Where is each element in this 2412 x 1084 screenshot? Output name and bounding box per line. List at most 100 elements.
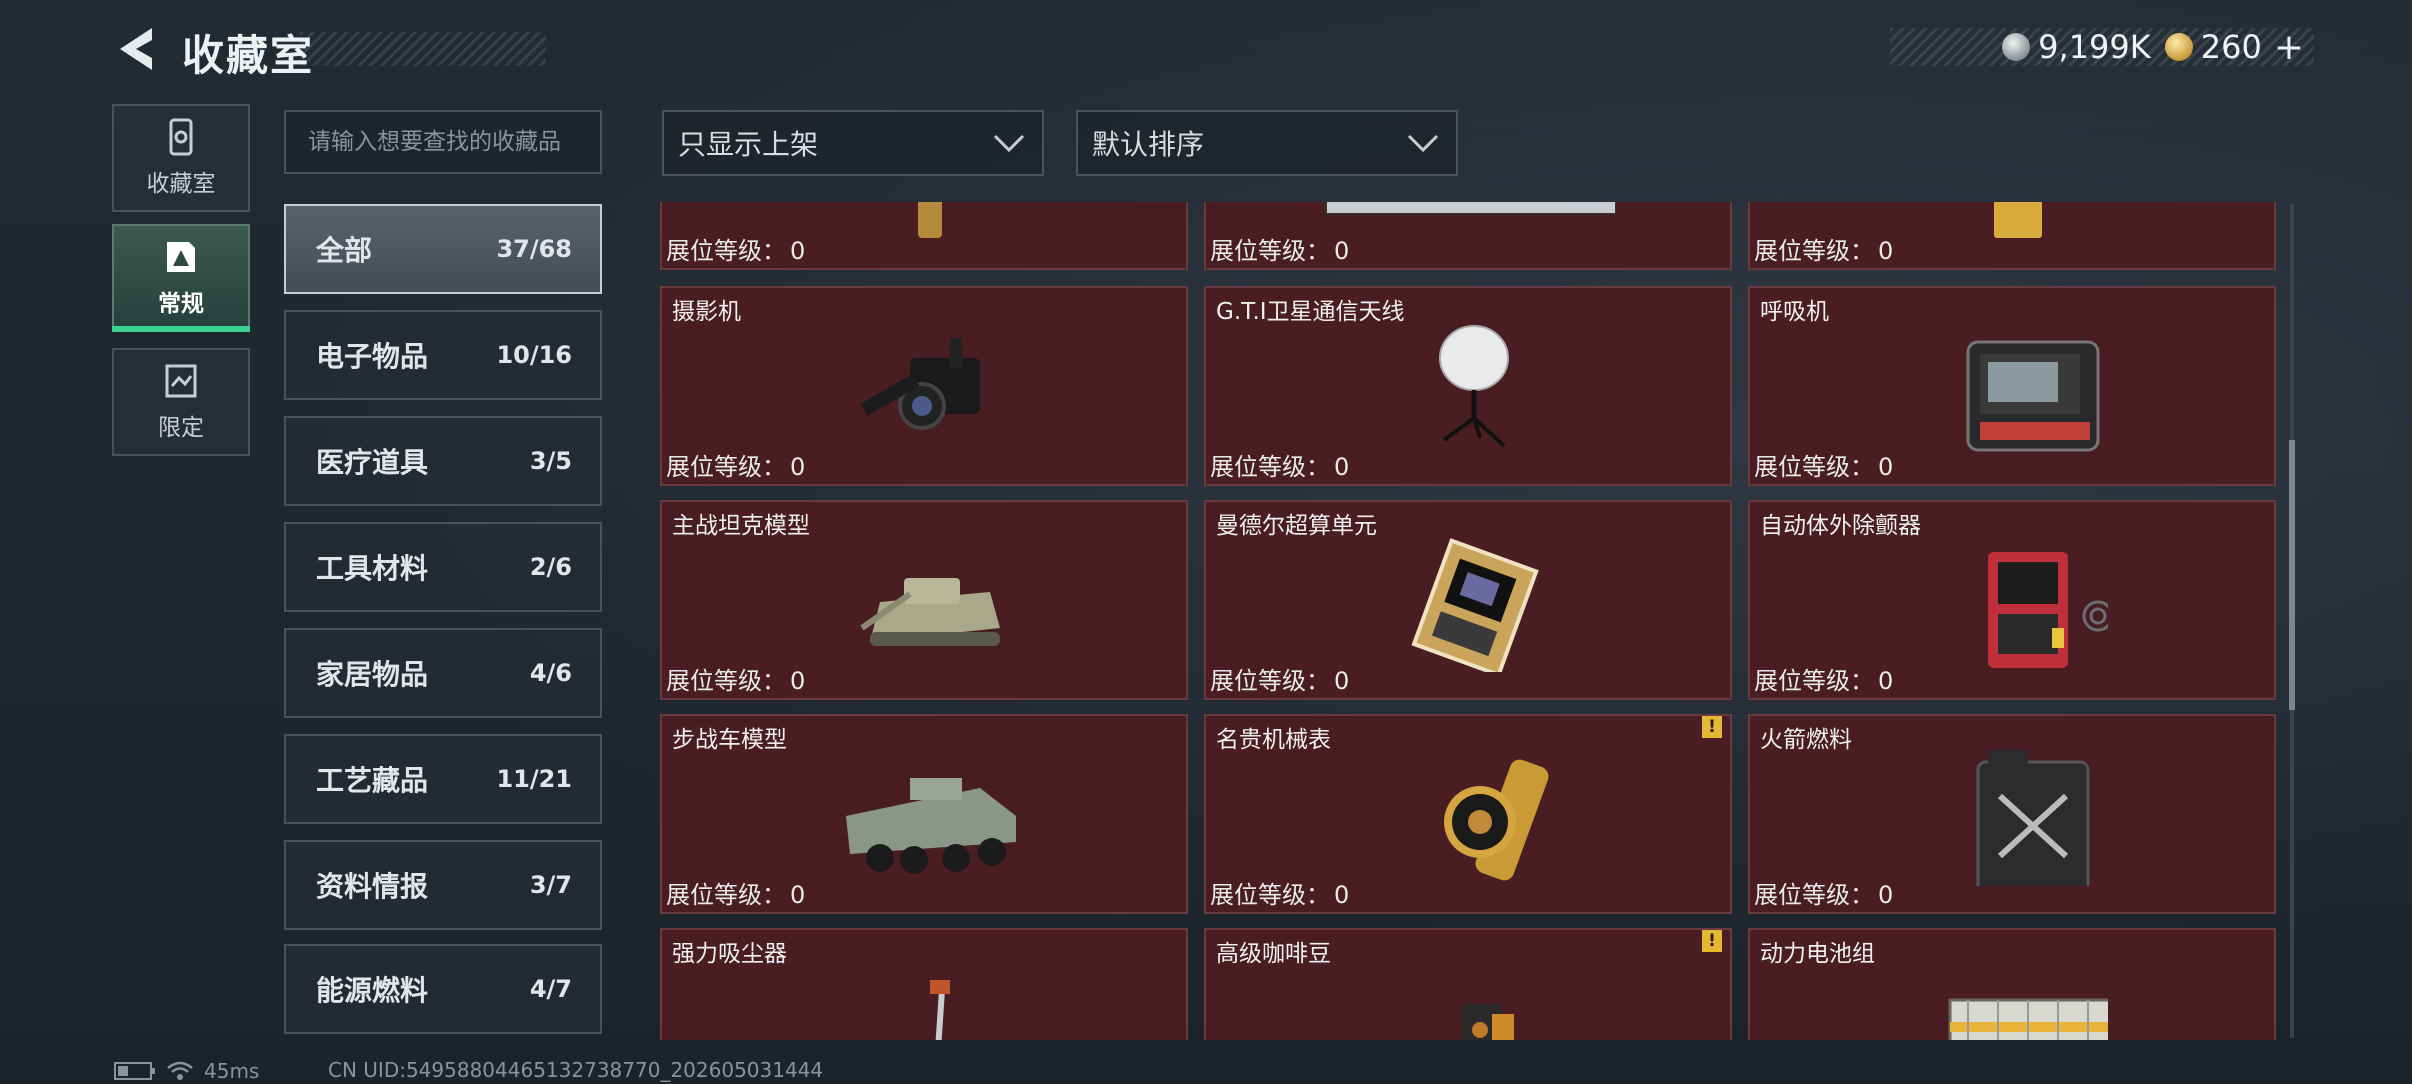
item-card[interactable]: 展位等级： 0 — [1204, 202, 1732, 270]
category-name: 资料情报 — [316, 870, 429, 903]
gold-coin-icon — [2164, 33, 2193, 61]
item-card[interactable]: 展位等级： 0 — [1748, 202, 2276, 270]
category-count: 11/21 — [496, 765, 572, 793]
gold-bar-icon — [1994, 202, 2042, 238]
category-name: 工具材料 — [316, 552, 429, 585]
item-card[interactable]: 名贵机械表 ! 展位等级： 0 — [1204, 714, 1732, 914]
search-input[interactable] — [308, 129, 578, 155]
camera-icon — [860, 338, 980, 430]
back-button[interactable] — [112, 24, 158, 74]
ventilator-icon — [1966, 340, 2100, 452]
item-name: 强力吸尘器 — [672, 941, 787, 967]
gold-amount: 260 — [2200, 28, 2262, 66]
category-count: 3/5 — [529, 447, 572, 475]
item-level: 展位等级： 0 — [1210, 667, 1350, 695]
silver-amount: 9,199K — [2038, 28, 2151, 66]
nav-collection-label: 收藏室 — [146, 171, 216, 197]
scrollbar-thumb[interactable] — [2289, 440, 2295, 710]
defibrillator-icon — [1988, 552, 2108, 668]
category-intel[interactable]: 资料情报 3/7 — [284, 840, 602, 930]
chevron-down-icon — [1407, 134, 1439, 153]
shelf-filter-dropdown[interactable]: 只显示上架 — [662, 110, 1044, 176]
currency-gold[interactable]: 260 + — [2164, 27, 2304, 68]
sort-value: 默认排序 — [1092, 128, 1205, 161]
nav-regular[interactable]: 常规 — [112, 224, 250, 332]
nav-regular-label: 常规 — [158, 291, 204, 317]
item-level: 展位等级： 0 — [1754, 881, 1894, 909]
category-name: 电子物品 — [316, 340, 429, 373]
limited-icon — [165, 364, 197, 398]
item-card[interactable]: 高级咖啡豆 ! — [1204, 928, 1732, 1040]
item-card[interactable]: G.T.I卫星通信天线 展位等级： 0 — [1204, 286, 1732, 486]
item-name: 呼吸机 — [1760, 299, 1829, 325]
currency-silver: 9,199K — [2002, 28, 2151, 66]
item-name: 曼德尔超算单元 — [1216, 513, 1377, 539]
item-level: 展位等级： 0 — [1210, 453, 1350, 481]
warning-icon: ! — [1702, 716, 1722, 738]
supercomputer-chip-icon — [1411, 538, 1539, 672]
chevron-down-icon — [993, 134, 1025, 153]
category-count: 4/7 — [529, 975, 572, 1003]
tank-model-icon — [860, 578, 1000, 646]
gold-item-icon — [918, 202, 942, 238]
item-level: 展位等级： 0 — [666, 667, 806, 695]
category-name: 全部 — [316, 234, 373, 267]
item-level: 展位等级： 0 — [1754, 667, 1894, 695]
item-card[interactable]: 曼德尔超算单元 展位等级： 0 — [1204, 500, 1732, 700]
battery-icon — [114, 1062, 155, 1080]
battery-pack-icon — [1948, 998, 2108, 1040]
category-name: 能源燃料 — [316, 974, 429, 1007]
wifi-icon — [167, 1061, 193, 1080]
category-count: 37/68 — [496, 235, 572, 263]
item-level: 展位等级： 0 — [1210, 881, 1350, 909]
item-card[interactable]: 动力电池组 — [1748, 928, 2276, 1040]
page-title: 收藏室 — [182, 31, 315, 80]
back-arrow-icon — [120, 28, 152, 70]
item-level: 展位等级： 0 — [666, 881, 806, 909]
item-card[interactable]: 主战坦克模型 展位等级： 0 — [660, 500, 1188, 700]
satellite-dish-icon — [1439, 325, 1509, 448]
category-name: 工艺藏品 — [316, 764, 429, 797]
category-count: 2/6 — [529, 553, 572, 581]
title-decoration — [300, 32, 546, 66]
item-level: 展位等级： 0 — [666, 453, 806, 481]
item-card[interactable]: 火箭燃料 展位等级： 0 — [1748, 714, 2276, 914]
ping-text: 45ms — [204, 1059, 260, 1083]
category-household[interactable]: 家居物品 4/6 — [284, 628, 602, 718]
item-card[interactable]: 展位等级： 0 — [660, 202, 1188, 270]
fuel-canister-icon — [1976, 750, 2090, 886]
category-all[interactable]: 全部 37/68 — [284, 204, 602, 294]
category-tools[interactable]: 工具材料 2/6 — [284, 522, 602, 612]
item-card[interactable]: 强力吸尘器 — [660, 928, 1188, 1040]
item-grid: 展位等级： 0 展位等级： 0 展位等级： 0 摄影机 展位等级： 0 G.T.I卫星通… — [660, 202, 2276, 1040]
item-name: G.T.I卫星通信天线 — [1216, 299, 1405, 325]
category-electronics[interactable]: 电子物品 10/16 — [284, 310, 602, 400]
item-card[interactable]: 摄影机 展位等级： 0 — [660, 286, 1188, 486]
silver-coin-icon — [2002, 33, 2031, 61]
nav-collection[interactable]: 收藏室 — [112, 104, 250, 212]
category-fuel[interactable]: 能源燃料 4/7 — [284, 944, 602, 1034]
nav-limited[interactable]: 限定 — [112, 348, 250, 456]
sort-dropdown[interactable]: 默认排序 — [1076, 110, 1458, 176]
currency-bar: 9,199K 260 + — [1890, 27, 2314, 68]
item-name: 摄影机 — [672, 299, 741, 325]
item-card[interactable]: 自动体外除颤器 展位等级： 0 — [1748, 500, 2276, 700]
category-count: 3/7 — [529, 871, 572, 899]
warning-icon: ! — [1702, 930, 1722, 952]
shelf-filter-value: 只显示上架 — [678, 128, 819, 161]
uid-text: CN UID:5495880446513273​8770_20260503144… — [328, 1058, 824, 1082]
category-medical[interactable]: 医疗道具 3/5 — [284, 416, 602, 506]
item-level: 展位等级： 0 — [1754, 453, 1894, 481]
item-card[interactable]: 呼吸机 展位等级： 0 — [1748, 286, 2276, 486]
vacuum-cleaner-icon — [930, 980, 950, 1040]
search-box[interactable] — [284, 110, 602, 174]
item-name: 动力电池组 — [1760, 941, 1875, 967]
item-card[interactable]: 步战车模型 展位等级： 0 — [660, 714, 1188, 914]
coffee-beans-icon — [1462, 1004, 1514, 1040]
regular-icon — [167, 242, 195, 272]
add-currency-button[interactable]: + — [2274, 27, 2304, 68]
category-crafts[interactable]: 工艺藏品 11/21 — [284, 734, 602, 824]
item-level: 展位等级： 0 — [1210, 237, 1350, 265]
item-level: 展位等级： 0 — [666, 237, 806, 265]
item-level: 展位等级： 0 — [1754, 237, 1894, 265]
